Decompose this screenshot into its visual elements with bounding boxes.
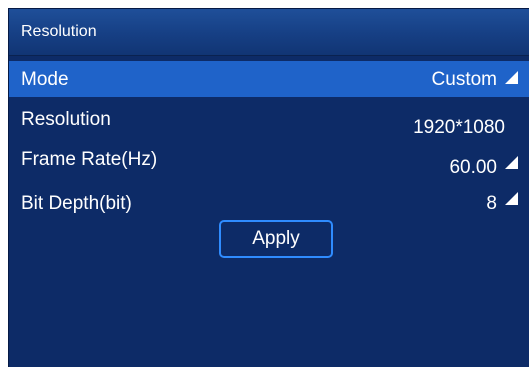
- mode-label: Mode: [21, 69, 69, 90]
- bit-depth-row[interactable]: Bit Depth(bit) 8: [9, 183, 529, 219]
- resolution-value: 1920*1080: [413, 117, 505, 138]
- frame-rate-row[interactable]: Frame Rate(Hz) 60.00: [9, 143, 529, 179]
- resolution-label: Resolution: [21, 109, 111, 130]
- mode-value: Custom: [431, 69, 497, 90]
- bit-depth-label: Bit Depth(bit): [21, 193, 132, 214]
- mode-dropdown-icon[interactable]: [505, 71, 518, 84]
- panel-title-bar: Resolution: [9, 9, 529, 56]
- frame-rate-dropdown-icon[interactable]: [505, 156, 518, 169]
- panel-title: Resolution: [21, 23, 97, 40]
- bit-depth-value: 8: [486, 193, 497, 214]
- frame-rate-label: Frame Rate(Hz): [21, 149, 158, 170]
- bit-depth-dropdown-icon[interactable]: [505, 192, 518, 205]
- apply-button[interactable]: Apply: [219, 220, 333, 258]
- frame-rate-value: 60.00: [449, 157, 497, 178]
- resolution-panel: Resolution Mode Custom Resolution 1920*1…: [8, 8, 529, 367]
- resolution-row: Resolution 1920*1080: [9, 105, 529, 141]
- mode-row[interactable]: Mode Custom: [9, 61, 529, 97]
